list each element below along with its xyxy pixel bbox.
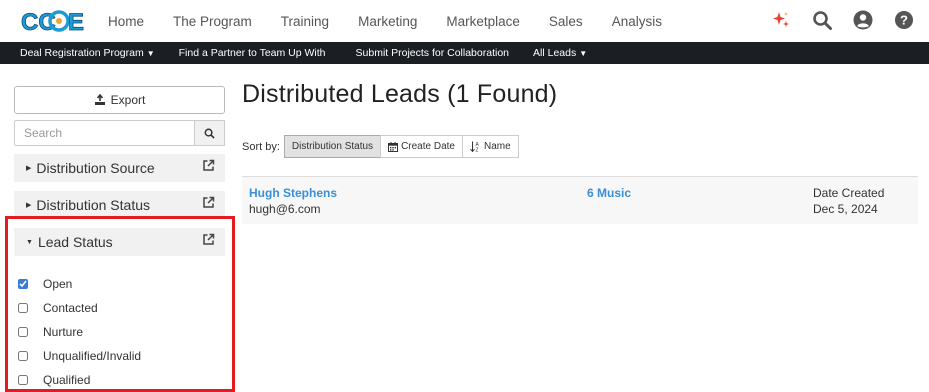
subnav-label: All Leads bbox=[533, 47, 577, 59]
ccoe-logo[interactable]: CC E bbox=[20, 6, 85, 37]
lead-status-label: Nurture bbox=[43, 325, 84, 339]
subnav-item-all-leads[interactable]: All Leads ▼ bbox=[533, 47, 587, 59]
svg-text:Z: Z bbox=[475, 148, 478, 153]
nav-item-marketplace[interactable]: Marketplace bbox=[446, 14, 520, 29]
main-content: Distributed Leads (1 Found) Sort by: Dis… bbox=[242, 80, 918, 224]
lead-status-checkbox[interactable] bbox=[18, 279, 28, 289]
export-label: Export bbox=[110, 93, 146, 107]
page-title: Distributed Leads (1 Found) bbox=[242, 80, 918, 109]
lead-status-option-qualified[interactable]: Qualified bbox=[14, 368, 225, 392]
sort-option-label: Distribution Status bbox=[291, 141, 374, 152]
filter-sidebar: Export ▶ Distribution Source ▶ Distribution… bbox=[14, 86, 225, 392]
sidebar-search bbox=[14, 120, 225, 146]
lead-status-option-nurture[interactable]: Nurture bbox=[14, 320, 225, 344]
search-icon bbox=[204, 128, 215, 139]
facet-lead-status[interactable]: ▼ Lead Status bbox=[14, 228, 225, 256]
subnav-label: Deal Registration Program bbox=[20, 47, 144, 59]
sort-option-label: Name bbox=[483, 141, 511, 152]
page-title-text: Distributed Leads bbox=[242, 80, 440, 108]
lead-status-label: Open bbox=[43, 277, 73, 291]
facet-label: ▶ Distribution Source bbox=[26, 160, 155, 176]
nav-item-sales[interactable]: Sales bbox=[549, 14, 583, 29]
sparkle-icon[interactable] bbox=[770, 9, 792, 31]
chevron-down-icon: ▼ bbox=[579, 49, 588, 58]
facet-title: Distribution Status bbox=[36, 197, 150, 213]
export-button[interactable]: Export bbox=[14, 86, 225, 114]
lead-status-option-open[interactable]: Open bbox=[14, 272, 225, 296]
calendar-icon bbox=[388, 141, 399, 152]
sort-by-name-button[interactable]: A Z Name bbox=[461, 135, 519, 158]
svg-text:E: E bbox=[68, 9, 84, 36]
lead-status-label: Unqualified/Invalid bbox=[43, 349, 142, 363]
nav-item-analysis[interactable]: Analysis bbox=[612, 14, 662, 29]
lead-status-label: Contacted bbox=[43, 301, 98, 315]
subnav-item-deal-registration-program[interactable]: Deal Registration Program ▼ bbox=[20, 47, 155, 59]
caret-right-icon: ▶ bbox=[26, 165, 32, 172]
facet-distribution-status[interactable]: ▶ Distribution Status bbox=[14, 191, 225, 219]
user-icon[interactable] bbox=[852, 9, 874, 31]
lead-status-checkbox[interactable] bbox=[18, 375, 28, 385]
search-input[interactable] bbox=[14, 120, 194, 146]
sort-option-label: Create Date bbox=[401, 141, 455, 152]
lead-result-row: Hugh Stephens hugh@6.com 6 Music Date Creat… bbox=[242, 176, 918, 224]
subnav-item-find-a-partner-to-team-up-with[interactable]: Find a Partner to Team Up With bbox=[179, 47, 326, 59]
top-navbar: CC E Home The Program Training Marketing Mar… bbox=[0, 0, 929, 42]
nav-item-marketing[interactable]: Marketing bbox=[358, 14, 417, 29]
sort-by-distribution-status-button[interactable]: Distribution Status bbox=[283, 135, 382, 158]
lead-status-option-contacted[interactable]: Contacted bbox=[14, 296, 225, 320]
external-link-icon[interactable] bbox=[202, 196, 215, 214]
lead-company-link[interactable]: 6 Music bbox=[587, 186, 631, 200]
nav-item-training[interactable]: Training bbox=[281, 14, 329, 29]
facet-distribution-source[interactable]: ▶ Distribution Source bbox=[14, 154, 225, 182]
chevron-down-icon: ▼ bbox=[146, 49, 155, 58]
search-icon[interactable] bbox=[811, 9, 833, 31]
subnav-label: Submit Projects for Collaboration bbox=[355, 47, 510, 59]
facet-title: Distribution Source bbox=[36, 160, 155, 176]
subnav-item-submit-projects-for-collaboration[interactable]: Submit Projects for Collaboration bbox=[356, 47, 510, 59]
sort-by-create-date-button[interactable]: Create Date bbox=[380, 135, 463, 158]
lead-email: hugh@6.com bbox=[249, 202, 321, 216]
sort-button-group: Distribution Status Create Date A Z Name bbox=[283, 135, 519, 158]
sort-label: Sort by: bbox=[242, 140, 280, 153]
external-link-icon[interactable] bbox=[202, 159, 215, 177]
help-icon[interactable]: ? bbox=[893, 9, 915, 31]
date-created-label: Date Created bbox=[813, 186, 885, 200]
result-count: (1 Found) bbox=[447, 80, 558, 108]
caret-down-icon: ▼ bbox=[26, 238, 33, 246]
export-icon bbox=[94, 94, 106, 106]
external-link-icon[interactable] bbox=[202, 233, 215, 251]
lead-status-checkbox[interactable] bbox=[18, 327, 28, 337]
search-button[interactable] bbox=[194, 120, 225, 146]
svg-text:?: ? bbox=[900, 13, 908, 28]
sort-alpha-icon: AZ bbox=[470, 141, 481, 152]
facet-label: ▶ Distribution Status bbox=[26, 197, 150, 213]
nav-item-the-program[interactable]: The Program bbox=[173, 14, 252, 29]
caret-right-icon: ▶ bbox=[26, 202, 32, 209]
facet-title: Lead Status bbox=[37, 234, 113, 250]
lead-status-label: Qualified bbox=[43, 373, 91, 387]
lead-name-link[interactable]: Hugh Stephens bbox=[249, 186, 337, 200]
sort-controls: Sort by: Distribution Status Create Date A… bbox=[242, 135, 519, 158]
date-created-value: Dec 5, 2024 bbox=[813, 202, 878, 216]
lead-status-checkbox[interactable] bbox=[18, 303, 28, 313]
lead-status-option-unqualified-invalid[interactable]: Unqualified/Invalid bbox=[14, 344, 225, 368]
sub-navbar: Deal Registration Program ▼ Find a Partner… bbox=[0, 42, 929, 64]
facet-label: ▼ Lead Status bbox=[26, 234, 113, 250]
lead-status-checkbox[interactable] bbox=[18, 351, 28, 361]
nav-item-home[interactable]: Home bbox=[108, 14, 144, 29]
subnav-label: Find a Partner to Team Up With bbox=[178, 47, 326, 59]
lead-status-options: Open Contacted Nurture Unqualified/Invalid Q… bbox=[14, 272, 225, 392]
